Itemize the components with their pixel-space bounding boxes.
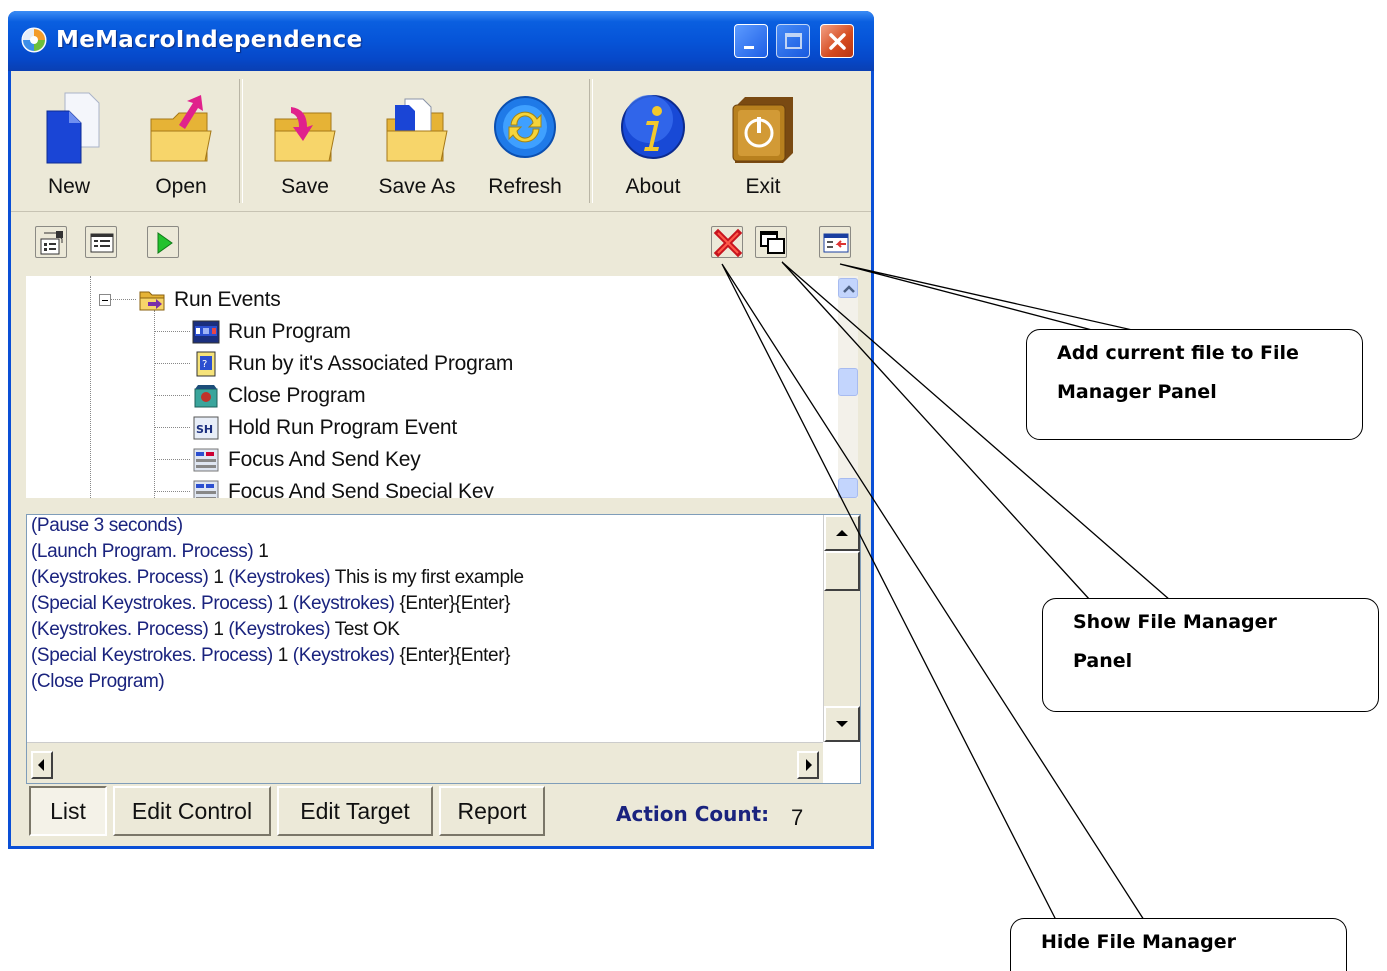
callout-show-file-manager: Show File Manager Panel [1042,598,1379,712]
callout-hide-file-manager: Hide File Manager [1010,918,1347,971]
callout-leader-lines [721,261,1171,921]
callout-add-file: Add current file to File Manager Panel [1026,329,1363,440]
